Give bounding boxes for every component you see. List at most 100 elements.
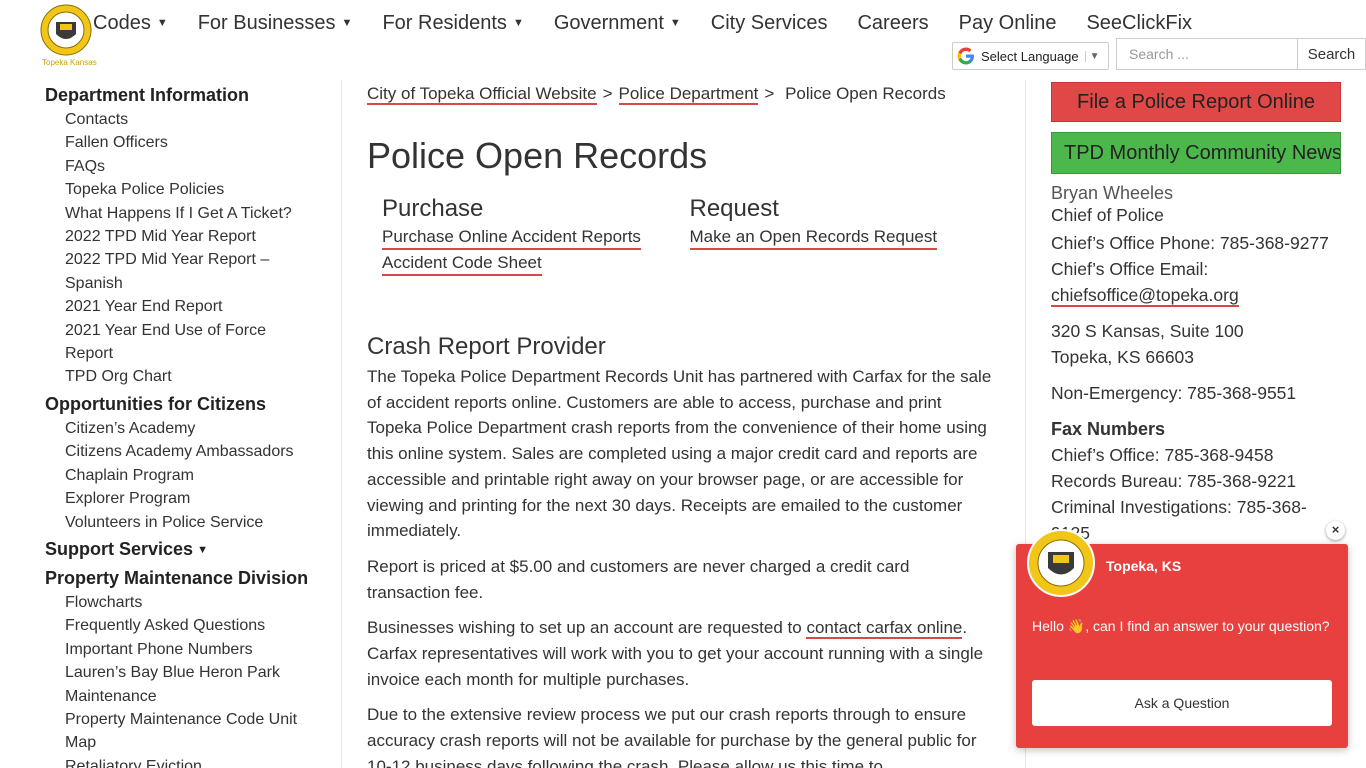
address-line-1: 320 S Kansas, Suite 100 xyxy=(1051,321,1244,341)
sidebar-item[interactable]: FAQs xyxy=(45,155,305,178)
main-nav: Codes ▼ For Businesses ▼ For Residents ▼ Gover… xyxy=(93,12,1222,35)
caret-down-icon: ▼ xyxy=(512,17,524,29)
nav-item-label: Careers xyxy=(857,12,929,34)
nav-item-city-services[interactable]: City Services xyxy=(711,12,828,35)
file-police-report-button[interactable]: File a Police Report Online xyxy=(1051,82,1341,122)
sidebar-item[interactable]: Citizens Academy Ambassadors xyxy=(45,440,305,463)
caret-down-icon: ▼ xyxy=(197,543,208,556)
sidebar-item[interactable]: Frequently Asked Questions xyxy=(45,614,305,637)
search-button[interactable]: Search xyxy=(1297,38,1366,70)
google-g-icon xyxy=(957,47,974,65)
nav-item-for-businesses[interactable]: For Businesses ▼ xyxy=(198,12,353,35)
nav-item-for-residents[interactable]: For Residents ▼ xyxy=(382,12,523,35)
breadcrumb: City of Topeka Official Website > Police D… xyxy=(367,82,997,106)
fax-records: Records Bureau: 785-368-9221 xyxy=(1051,471,1297,491)
sidebar-item[interactable]: 2021 Year End Report xyxy=(45,295,305,318)
search-input[interactable] xyxy=(1116,38,1298,70)
language-label: Select Language xyxy=(981,48,1079,64)
nav-item-label: Government xyxy=(553,12,664,34)
newsletter-button[interactable]: TPD Monthly Community Newsletter xyxy=(1051,132,1341,174)
nav-item-careers[interactable]: Careers xyxy=(857,12,928,35)
sidebar-item[interactable]: Retaliatory Eviction xyxy=(45,755,305,768)
sidebar-section-heading[interactable]: Support Services ▼ xyxy=(45,536,335,563)
chat-widget: Topeka, KS Hello 👋, can I find an answer… xyxy=(1016,529,1348,748)
ask-question-button[interactable]: Ask a Question xyxy=(1032,680,1332,726)
address-line-2: Topeka, KS 66603 xyxy=(1051,347,1195,367)
sidebar-item[interactable]: What Happens If I Get A Ticket? xyxy=(45,202,305,225)
nav-item-seeclickfix[interactable]: SeeClickFix xyxy=(1086,12,1192,35)
sidebar-item[interactable]: Citizen’s Academy xyxy=(45,417,305,440)
sidebar-item[interactable]: Flowcharts xyxy=(45,591,305,614)
purchase-column: Purchase Purchase Online Accident Report… xyxy=(382,194,690,276)
breadcrumb-separator: > xyxy=(602,84,613,103)
nav-item-government[interactable]: Government ▼ xyxy=(554,12,681,35)
sidebar-item[interactable]: Property Maintenance Code Unit Map xyxy=(45,708,305,755)
caret-down-icon: ▼ xyxy=(341,17,353,29)
breadcrumb-home-link[interactable]: City of Topeka Official Website xyxy=(367,84,597,105)
city-seal-logo[interactable] xyxy=(40,4,92,56)
purchase-heading: Purchase xyxy=(382,195,484,222)
chevron-down-icon: ▼ xyxy=(1084,50,1100,62)
sidebar-section-title: Property Maintenance Division xyxy=(45,567,309,588)
sidebar: Department Information Contacts Fallen Off… xyxy=(45,80,335,768)
non-emergency-phone: Non-Emergency: 785-368-9551 xyxy=(1051,383,1297,403)
accident-code-sheet-link[interactable]: Accident Code Sheet xyxy=(382,252,542,276)
sidebar-item[interactable]: 2022 TPD Mid Year Report xyxy=(45,225,305,248)
sidebar-item[interactable]: Volunteers in Police Service xyxy=(45,511,305,534)
contact-carfax-link[interactable]: contact carfax online xyxy=(806,618,963,640)
nav-item-label: SeeClickFix xyxy=(1086,12,1193,34)
fax-chief: Chief’s Office: 785-368-9458 xyxy=(1051,445,1274,465)
paragraph-pricing: Report is priced at $5.00 and customers … xyxy=(367,556,910,602)
chat-bot-name: Topeka, KS xyxy=(1106,558,1182,574)
sidebar-item[interactable]: Chaplain Program xyxy=(45,464,305,487)
sidebar-item[interactable]: Topeka Police Policies xyxy=(45,178,305,201)
close-icon[interactable]: × xyxy=(1326,521,1345,540)
sidebar-item[interactable]: Fallen Officers xyxy=(45,131,305,154)
request-heading: Request xyxy=(689,195,779,222)
chief-role: Chief of Police xyxy=(1051,205,1164,225)
records-columns: Purchase Purchase Online Accident Report… xyxy=(367,194,997,276)
city-seal-icon xyxy=(1027,529,1095,597)
nav-item-codes[interactable]: Codes ▼ xyxy=(93,12,168,35)
sidebar-section-heading[interactable]: Department Information xyxy=(45,82,335,108)
purchase-accident-reports-link[interactable]: Purchase Online Accident Reports xyxy=(382,226,641,250)
paragraph-partnership: The Topeka Police Department Records Uni… xyxy=(367,367,992,541)
nav-item-label: Codes xyxy=(93,12,151,34)
fax-numbers-heading: Fax Numbers xyxy=(1051,419,1166,439)
sidebar-item[interactable]: Explorer Program xyxy=(45,487,305,510)
breadcrumb-parent-link[interactable]: Police Department xyxy=(618,84,759,105)
sidebar-item[interactable]: 2022 TPD Mid Year Report – Spanish xyxy=(45,248,305,295)
sidebar-section-heading[interactable]: Property Maintenance Division xyxy=(45,565,335,591)
main-content: City of Topeka Official Website > Police D… xyxy=(367,80,997,768)
nav-item-label: For Businesses xyxy=(197,12,336,34)
sidebar-item[interactable]: Important Phone Numbers xyxy=(45,638,305,661)
sidebar-item[interactable]: Contacts xyxy=(45,108,305,131)
logo-caption: Topeka Kansas xyxy=(42,58,97,67)
chief-email-label: Chief’s Office Email: xyxy=(1051,259,1209,279)
chief-name: Bryan Wheeles xyxy=(1051,183,1174,203)
nav-item-label: Pay Online xyxy=(958,12,1057,34)
sidebar-section-heading[interactable]: Opportunities for Citizens xyxy=(45,391,335,417)
paragraph-business: Businesses wishing to set up an account … xyxy=(367,615,997,692)
site-header: Topeka Kansas Codes ▼ For Businesses ▼ For R… xyxy=(0,0,1366,80)
page-title: Police Open Records xyxy=(367,135,708,176)
nav-item-label: For Residents xyxy=(382,12,507,34)
chief-contact-info: Bryan Wheeles Chief of Police Chief’s Of… xyxy=(1051,182,1366,546)
breadcrumb-current: Police Open Records xyxy=(785,84,946,103)
nav-item-pay-online[interactable]: Pay Online xyxy=(959,12,1057,35)
sidebar-section-title: Department Information xyxy=(45,85,250,105)
sidebar-divider xyxy=(341,80,342,768)
crash-report-heading: Crash Report Provider xyxy=(367,333,606,360)
sidebar-item[interactable]: TPD Org Chart xyxy=(45,365,305,388)
chief-email-link[interactable]: chiefsoffice@topeka.org xyxy=(1051,285,1239,307)
open-records-request-link[interactable]: Make an Open Records Request xyxy=(689,226,938,250)
sidebar-section-title: Support Services xyxy=(45,538,194,559)
sidebar-item[interactable]: Lauren’s Bay Blue Heron Park Maintenance xyxy=(45,661,305,708)
breadcrumb-separator: > xyxy=(764,84,775,103)
nav-item-label: City Services xyxy=(710,12,828,34)
right-column: File a Police Report Online TPD Monthly … xyxy=(1051,80,1366,546)
sidebar-item[interactable]: 2021 Year End Use of Force Report xyxy=(45,319,305,366)
language-selector[interactable]: Select Language ▼ xyxy=(952,42,1109,70)
caret-down-icon: ▼ xyxy=(156,17,168,29)
chat-message: Hello 👋, can I find an answer to your qu… xyxy=(1032,618,1330,634)
